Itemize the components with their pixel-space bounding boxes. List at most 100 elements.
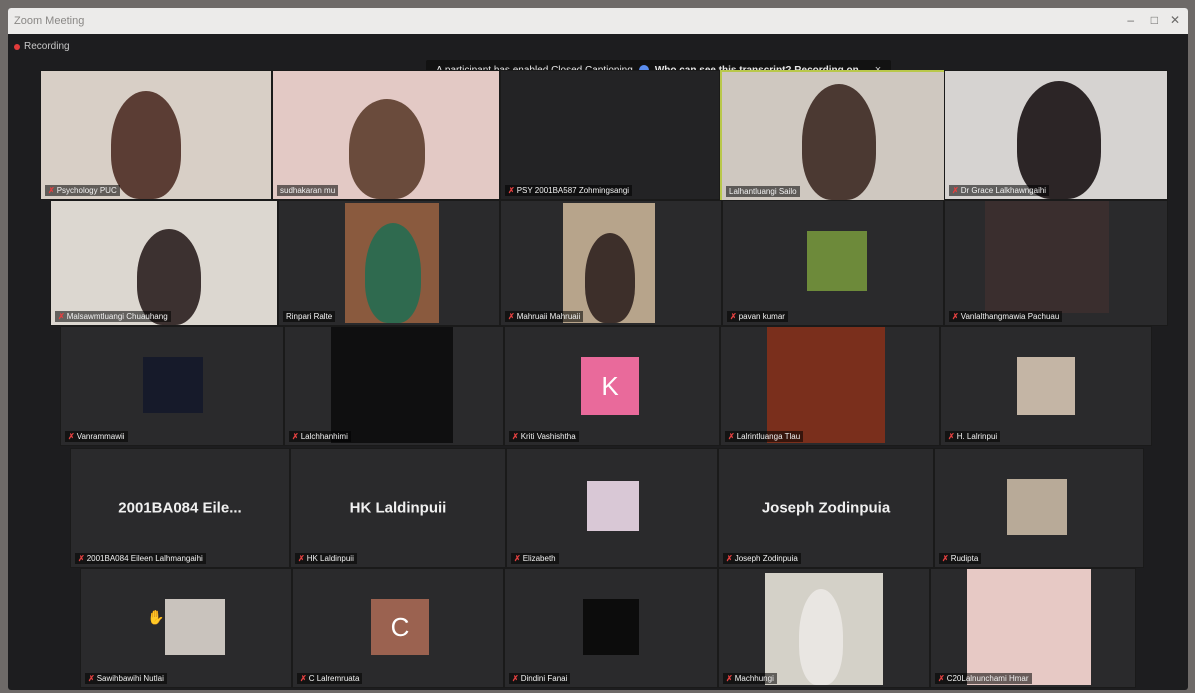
mic-muted-icon: ✗ (726, 554, 733, 563)
participant-tile[interactable]: ✗ Rudipta (934, 448, 1144, 568)
mic-muted-icon: ✗ (938, 674, 945, 683)
avatar-letter: C (371, 599, 429, 655)
minimize-icon[interactable]: – (1127, 13, 1134, 27)
participant-tile[interactable]: ✗ Lalchhanhimi (284, 326, 504, 446)
participant-name: ✗ Dr Grace Lalkhawngaihi (949, 185, 1050, 196)
participant-photo (967, 569, 1091, 685)
participant-name: ✗ C20Lalnunchami Hmar (935, 673, 1032, 684)
participant-tile[interactable]: ✗ Malsawmtluangi Chuauhang (50, 200, 278, 326)
participant-video (349, 99, 425, 199)
participant-name: ✗ Vanlalthangmawia Pachuau (949, 311, 1063, 322)
mic-muted-icon: ✗ (78, 554, 85, 563)
mic-muted-icon: ✗ (730, 312, 737, 321)
participant-tile[interactable]: ✗ Vanlalthangmawia Pachuau (944, 200, 1168, 326)
participant-name: ✗ Dindini Fanai (509, 673, 571, 684)
participant-name: ✗ HK Laldinpuii (295, 553, 357, 564)
participant-name: ✗ Rudipta (939, 553, 982, 564)
participant-name: ✗ Lalchhanhimi (289, 431, 351, 442)
participant-tile[interactable]: ✗ pavan kumar (722, 200, 944, 326)
participant-photo (1017, 357, 1075, 415)
participant-video (1017, 81, 1101, 199)
mic-muted-icon: ✗ (728, 432, 735, 441)
participant-photo (587, 481, 639, 531)
participant-photo (143, 357, 203, 413)
person-figure (799, 589, 843, 685)
person-figure (365, 223, 421, 323)
participant-tile[interactable]: ✗ Vanrammawii (60, 326, 284, 446)
participant-photo (583, 599, 639, 655)
maximize-icon[interactable]: □ (1151, 13, 1158, 27)
participant-tile[interactable]: ✋ ✗ Sawihbawihi Nutlai (80, 568, 292, 688)
participant-tile[interactable]: ✗ Machhungi (718, 568, 930, 688)
participant-video (111, 91, 181, 199)
raised-hand-icon: ✋ (147, 609, 165, 625)
mic-muted-icon: ✗ (48, 186, 55, 195)
participant-name: ✗ PSY 2001BA587 Zohmingsangi (505, 185, 633, 196)
participant-video (563, 203, 655, 323)
participant-tile[interactable]: sudhakaran mu (272, 70, 500, 200)
participant-tile[interactable]: ✗ H. Lalrinpui (940, 326, 1152, 446)
participant-tile[interactable]: Rinpari Ralte (278, 200, 500, 326)
participant-name: Lalhantluangi Sailo (726, 186, 800, 197)
mic-muted-icon: ✗ (942, 554, 949, 563)
participant-tile[interactable]: 2001BA084 Eile... ✗ 2001BA084 Eileen Lalh… (70, 448, 290, 568)
mic-muted-icon: ✗ (512, 432, 519, 441)
participant-photo (165, 599, 225, 655)
participant-name: ✗ Joseph Zodinpuia (723, 553, 801, 564)
participant-photo (767, 327, 885, 443)
participant-name: ✗ Machhungi (723, 673, 777, 684)
close-window-icon[interactable]: ✕ (1170, 13, 1180, 27)
participant-tile[interactable]: ✗ Lalrintluanga Tlau (720, 326, 940, 446)
participant-name: ✗ C Lalremruata (297, 673, 363, 684)
participant-tile[interactable]: K ✗ Kriti Vashishtha (504, 326, 720, 446)
mic-muted-icon: ✗ (514, 554, 521, 563)
mic-muted-icon: ✗ (300, 674, 307, 683)
participant-name: ✗ Mahruaii Mahruaii (505, 311, 584, 322)
recording-indicator[interactable]: Recording (14, 41, 70, 52)
participant-photo (985, 201, 1109, 313)
participant-tile[interactable]: C ✗ C Lalremruata (292, 568, 504, 688)
avatar-letter: K (581, 357, 639, 415)
participant-name: ✗ Malsawmtluangi Chuauhang (55, 311, 171, 322)
participant-display-name: HK Laldinpuii (349, 499, 447, 517)
participant-tile[interactable]: ✗ PSY 2001BA587 Zohmingsangi (500, 70, 720, 200)
participant-tile[interactable]: HK Laldinpuii ✗ HK Laldinpuii (290, 448, 506, 568)
recording-label: Recording (24, 41, 70, 52)
participant-tile-active-speaker[interactable]: Lalhantluangi Sailo (720, 70, 946, 202)
participant-name: ✗ H. Lalrinpui (945, 431, 1001, 442)
participant-display-name: 2001BA084 Eile... (118, 499, 242, 517)
participant-tile[interactable]: ✗ Mahruaii Mahruaii (500, 200, 722, 326)
participant-video (345, 203, 439, 323)
participant-name: ✗ Vanrammawii (65, 431, 128, 442)
participant-photo (807, 231, 867, 291)
participant-tile[interactable]: ✗ Elizabeth (506, 448, 718, 568)
mic-muted-icon: ✗ (512, 674, 519, 683)
participant-name: ✗ pavan kumar (727, 311, 788, 322)
participant-name: Rinpari Ralte (283, 311, 336, 322)
zoom-window: Zoom Meeting – □ ✕ Recording A participa… (8, 8, 1188, 690)
mic-muted-icon: ✗ (508, 186, 515, 195)
participant-name: ✗ Sawihbawihi Nutlai (85, 673, 167, 684)
mic-muted-icon: ✗ (948, 432, 955, 441)
title-bar: Zoom Meeting – □ ✕ (8, 8, 1188, 34)
participant-tile[interactable]: ✗ Dindini Fanai (504, 568, 718, 688)
participant-tile[interactable]: Joseph Zodinpuia ✗ Joseph Zodinpuia (718, 448, 934, 568)
participant-tile[interactable]: ✗ C20Lalnunchami Hmar (930, 568, 1136, 688)
mic-muted-icon: ✗ (726, 674, 733, 683)
participant-name: ✗ Elizabeth (511, 553, 559, 564)
recording-dot-icon (14, 43, 20, 50)
mic-muted-icon: ✗ (68, 432, 75, 441)
participant-name: ✗ Psychology PUC (45, 185, 120, 196)
participant-tile[interactable]: ✗ Dr Grace Lalkhawngaihi (944, 70, 1168, 200)
participant-name: sudhakaran mu (277, 185, 339, 196)
mic-muted-icon: ✗ (292, 432, 299, 441)
mic-muted-icon: ✗ (88, 674, 95, 683)
window-title: Zoom Meeting (14, 15, 85, 27)
mic-muted-icon: ✗ (952, 312, 959, 321)
participant-tile[interactable]: ✗ Psychology PUC (40, 70, 272, 200)
participant-video (765, 573, 883, 685)
mic-muted-icon: ✗ (952, 186, 959, 195)
participant-name: ✗ 2001BA084 Eileen Lalhmangaihi (75, 553, 206, 564)
mic-muted-icon: ✗ (508, 312, 515, 321)
person-figure (585, 233, 635, 323)
